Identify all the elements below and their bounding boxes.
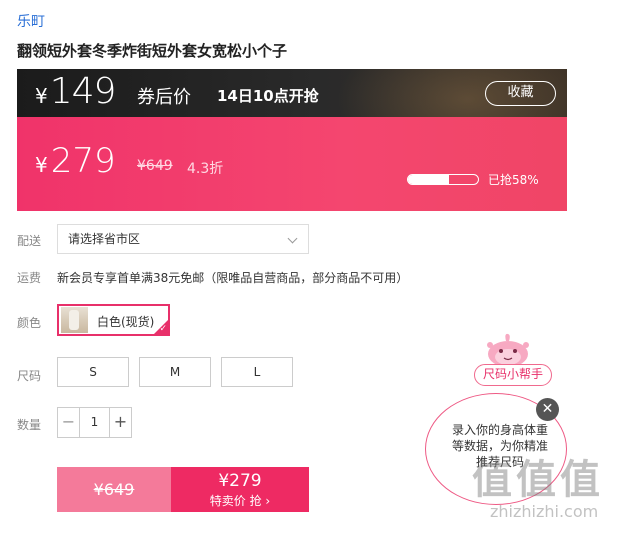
sale-start-time: 14日10点开抢 [217,87,319,105]
size-label: 尺码 [17,369,42,383]
watermark-logo: 值值值 [472,457,604,503]
sale-price-value: 279 [50,141,116,181]
region-select[interactable]: 请选择省市区 [57,224,309,254]
chevron-down-icon [287,233,298,244]
brand-link[interactable]: 乐町 [17,11,45,31]
watermark-url: zhizhizhi.com [490,502,599,521]
coupon-price-bar: ¥ 149 券后价 14日10点开抢 收藏 [17,69,567,117]
sale-price-bar: ¥ 279 ¥649 4.3折 已抢58% [17,117,567,211]
watermark: 值值值 zhizhizhi.com [472,458,604,522]
original-price: ¥649 [137,158,173,174]
currency-symbol: ¥ [35,153,48,177]
sold-percent-text: 已抢58% [488,173,539,187]
size-option-s[interactable]: S [57,357,129,387]
color-label: 颜色 [17,316,42,330]
quantity-decrease-button[interactable]: − [58,408,80,437]
quantity-stepper: − 1 + [57,407,132,438]
original-price-block: ¥649 [57,467,171,512]
size-option-l[interactable]: L [221,357,293,387]
size-helper-tag[interactable]: 尺码小帮手 [474,364,552,386]
buy-action-label: 特卖价 抢 › [209,494,271,508]
discount-rate: 4.3折 [187,161,224,177]
quantity-label: 数量 [17,418,42,432]
buy-now-button[interactable]: ¥279 特卖价 抢 › [171,467,309,512]
shipping-info: 新会员专享首单满38元免邮（限唯品自营商品，部分商品不可用） [57,271,409,285]
coupon-price-label: 券后价 [137,87,191,108]
close-icon[interactable]: ✕ [536,398,559,421]
quantity-input[interactable]: 1 [80,408,109,437]
coupon-price-value: 149 [49,71,117,112]
color-thumbnail [61,307,88,333]
currency-symbol: ¥ [35,84,48,108]
color-option-white[interactable]: 白色(现货) ✓ [57,304,170,336]
shipping-label: 运费 [17,271,42,285]
product-title: 翻领短外套冬季炸街短外套女宽松小个子 [17,42,288,60]
quantity-increase-button[interactable]: + [109,408,131,437]
check-icon: ✓ [159,324,167,334]
region-select-placeholder: 请选择省市区 [68,232,141,246]
sale-price: ¥ 279 [35,141,116,181]
sold-progress-bar [407,174,479,185]
sold-progress-fill [408,175,449,184]
size-helper-mascot-icon[interactable] [484,330,532,368]
favorite-button[interactable]: 收藏 [485,81,556,106]
buy-price: ¥279 [218,471,262,491]
delivery-label: 配送 [17,234,42,248]
coupon-price: ¥ 149 [35,71,117,112]
color-option-label: 白色(现货) [97,315,155,329]
size-option-m[interactable]: M [139,357,211,387]
